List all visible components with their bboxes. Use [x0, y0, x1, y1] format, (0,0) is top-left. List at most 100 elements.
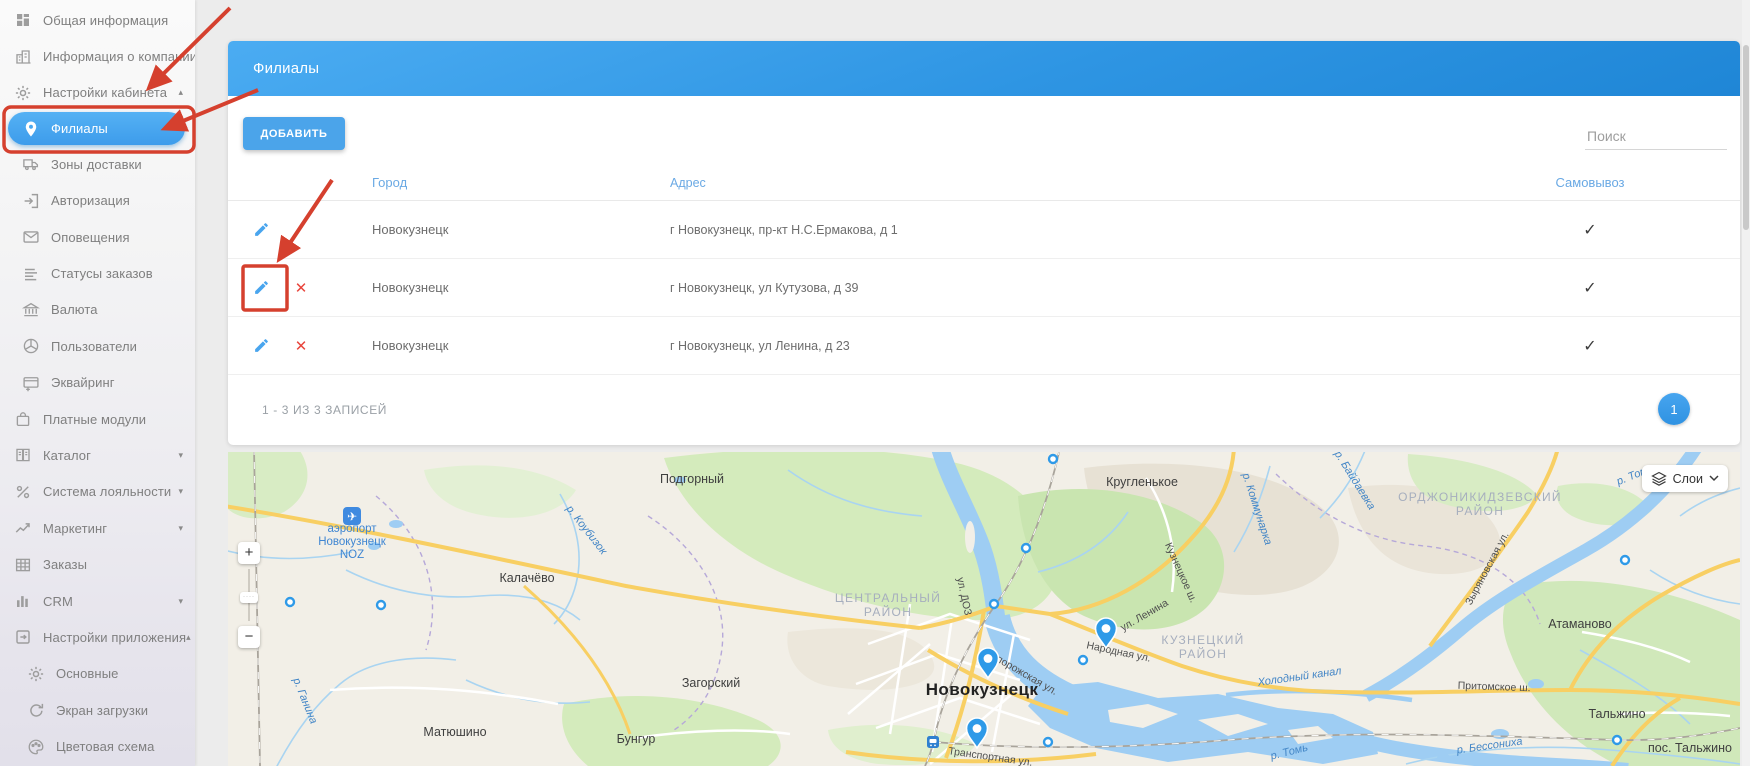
sidebar-item-crm[interactable]: CRM ▾: [0, 583, 195, 619]
branch-address: г Новокузнецк, ул Ленина, д 23: [670, 339, 1530, 353]
sidebar-item-label: Маркетинг: [43, 521, 107, 536]
zoom-slider-handle[interactable]: ····: [240, 592, 258, 603]
panel-header: Филиалы: [228, 41, 1740, 96]
transit-stop-icon[interactable]: [1049, 455, 1057, 463]
map-label: пос. Тальжино: [1648, 741, 1732, 755]
map-label: р. Коубизок: [563, 502, 610, 557]
branch-address: г Новокузнецк, пр-кт Н.С.Ермакова, д 1: [670, 223, 1530, 237]
zoom-out-button[interactable]: −: [238, 626, 260, 648]
sidebar-item-label: Общая информация: [43, 13, 168, 28]
page-1-button[interactable]: 1: [1658, 393, 1690, 425]
sidebar-item-label: CRM: [43, 594, 73, 609]
header-pickup[interactable]: Самовывоз: [1530, 175, 1650, 190]
sidebar-item-label: Валюта: [51, 302, 98, 317]
sidebar-item-acquiring[interactable]: Эквайринг: [0, 365, 195, 401]
sidebar-item-loyalty[interactable]: Система лояльности ▾: [0, 474, 195, 510]
edit-branch-button[interactable]: [252, 221, 270, 239]
sidebar: Общая информация Информация о компании ▾…: [0, 0, 195, 766]
transit-stop-icon[interactable]: [1079, 656, 1087, 664]
map-label: Калачёво: [499, 571, 554, 585]
gear-icon: [16, 86, 30, 100]
transit-stop-icon[interactable]: [1613, 736, 1621, 744]
edit-branch-button[interactable]: [252, 337, 270, 355]
sidebar-item-splash-screen[interactable]: Экран загрузки: [0, 692, 195, 728]
edit-branch-button[interactable]: [252, 279, 270, 297]
pickup-checkmark: ✓: [1530, 220, 1650, 240]
sidebar-item-branches[interactable]: Филиалы: [8, 112, 185, 145]
map-label: Новокузнецк: [926, 680, 1039, 699]
delete-branch-button[interactable]: ✕: [292, 279, 310, 297]
layers-icon: [1651, 471, 1667, 487]
transit-stop-icon[interactable]: [1621, 556, 1629, 564]
grid-icon: [17, 14, 29, 26]
sidebar-item-notifications[interactable]: Оповещения: [0, 219, 195, 255]
transit-stop-icon[interactable]: [990, 600, 998, 608]
sidebar-item-general[interactable]: Общая информация: [0, 2, 195, 38]
sidebar-item-color-scheme[interactable]: Цветовая схема: [0, 728, 195, 764]
sidebar-item-cabinet-settings[interactable]: Настройки кабинета ▴: [0, 75, 195, 111]
branch-city: Новокузнецк: [372, 222, 670, 237]
sidebar-item-marketing[interactable]: Маркетинг ▾: [0, 510, 195, 546]
transit-stop-icon[interactable]: [1044, 738, 1052, 746]
sidebar-item-company-info[interactable]: Информация о компании ▾: [0, 38, 195, 74]
sidebar-item-catalog[interactable]: Каталог ▾: [0, 437, 195, 473]
sidebar-item-label: Зоны доставки: [51, 157, 142, 172]
table-header-row: Город Адрес Самовывоз: [228, 165, 1740, 201]
header-address[interactable]: Адрес: [670, 176, 1530, 190]
pencil-icon: [253, 221, 270, 238]
sidebar-item-app-settings[interactable]: Настройки приложения ▴: [0, 619, 195, 655]
sidebar-item-users[interactable]: Пользователи: [0, 328, 195, 364]
sidebar-item-currency[interactable]: Валюта: [0, 292, 195, 328]
sidebar-item-label: Экран загрузки: [56, 703, 148, 718]
table-icon: [17, 559, 30, 570]
map[interactable]: ✈ ПодгорныйКругленькоеКалачёвоЗагорскийБ…: [228, 452, 1740, 766]
sidebar-item-label: Цветовая схема: [56, 739, 155, 754]
map-label: NOZ: [340, 549, 364, 561]
palette-icon: [29, 740, 43, 754]
mail-icon: [24, 232, 38, 242]
sidebar-item-paid-modules[interactable]: Платные модули: [0, 401, 195, 437]
table-row: ✕ Новокузнецк г Новокузнецк, пр-кт Н.С.Е…: [228, 201, 1740, 259]
sidebar-item-label: Платные модули: [43, 412, 146, 427]
branch-city: Новокузнецк: [372, 338, 670, 353]
pencil-icon: [253, 279, 270, 296]
map-label: Кругленькое: [1106, 475, 1178, 489]
map-label: РАЙОН: [1179, 646, 1227, 661]
scrollbar-thumb[interactable]: [1743, 45, 1749, 230]
page-scrollbar[interactable]: [1742, 0, 1750, 766]
sidebar-item-authorization[interactable]: Авторизация: [0, 183, 195, 219]
login-icon: [25, 194, 38, 207]
branch-pin-icon[interactable]: [978, 648, 999, 678]
truck-icon: [24, 160, 38, 170]
map-label: Новокузнецк: [318, 536, 387, 548]
caret-icon: ▾: [178, 596, 195, 607]
branch-city: Новокузнецк: [372, 280, 670, 295]
pickup-checkmark: ✓: [1530, 278, 1650, 298]
sidebar-item-label: Авторизация: [51, 193, 130, 208]
app-window-icon: [17, 631, 29, 643]
map-label: Бунгур: [617, 732, 656, 746]
branches-table: Город Адрес Самовывоз ✕ Новокузнецк г Но…: [228, 165, 1740, 375]
sidebar-item-label: Настройки приложения: [43, 630, 186, 645]
pagination: 1 - 3 ИЗ 3 ЗАПИСЕЙ 1: [228, 375, 1740, 445]
sidebar-item-main[interactable]: Основные: [0, 656, 195, 692]
pencil-icon: [253, 337, 270, 354]
transit-stop-icon[interactable]: [377, 601, 385, 609]
percent-icon: [18, 486, 29, 497]
transit-stop-icon[interactable]: [1022, 544, 1030, 552]
sidebar-item-orders[interactable]: Заказы: [0, 546, 195, 582]
sidebar-item-delivery-zones[interactable]: Зоны доставки: [0, 146, 195, 182]
map-label: Тальжино: [1588, 707, 1645, 721]
map-label: Загорский: [682, 676, 740, 690]
header-city[interactable]: Город: [372, 175, 670, 190]
transit-stop-icon[interactable]: [286, 598, 294, 606]
branches-panel: Филиалы ДОБАВИТЬ Город Адрес Самовывоз ✕…: [228, 41, 1740, 445]
sidebar-item-order-statuses[interactable]: Статусы заказов: [0, 255, 195, 291]
sidebar-item-label: Система лояльности: [43, 484, 171, 499]
search-input[interactable]: [1585, 122, 1727, 150]
delete-branch-button[interactable]: ✕: [292, 337, 310, 355]
add-branch-button[interactable]: ДОБАВИТЬ: [243, 117, 345, 150]
layers-button[interactable]: Слои: [1642, 465, 1728, 492]
sidebar-item-label: Эквайринг: [51, 375, 115, 390]
zoom-in-button[interactable]: +: [238, 542, 260, 564]
